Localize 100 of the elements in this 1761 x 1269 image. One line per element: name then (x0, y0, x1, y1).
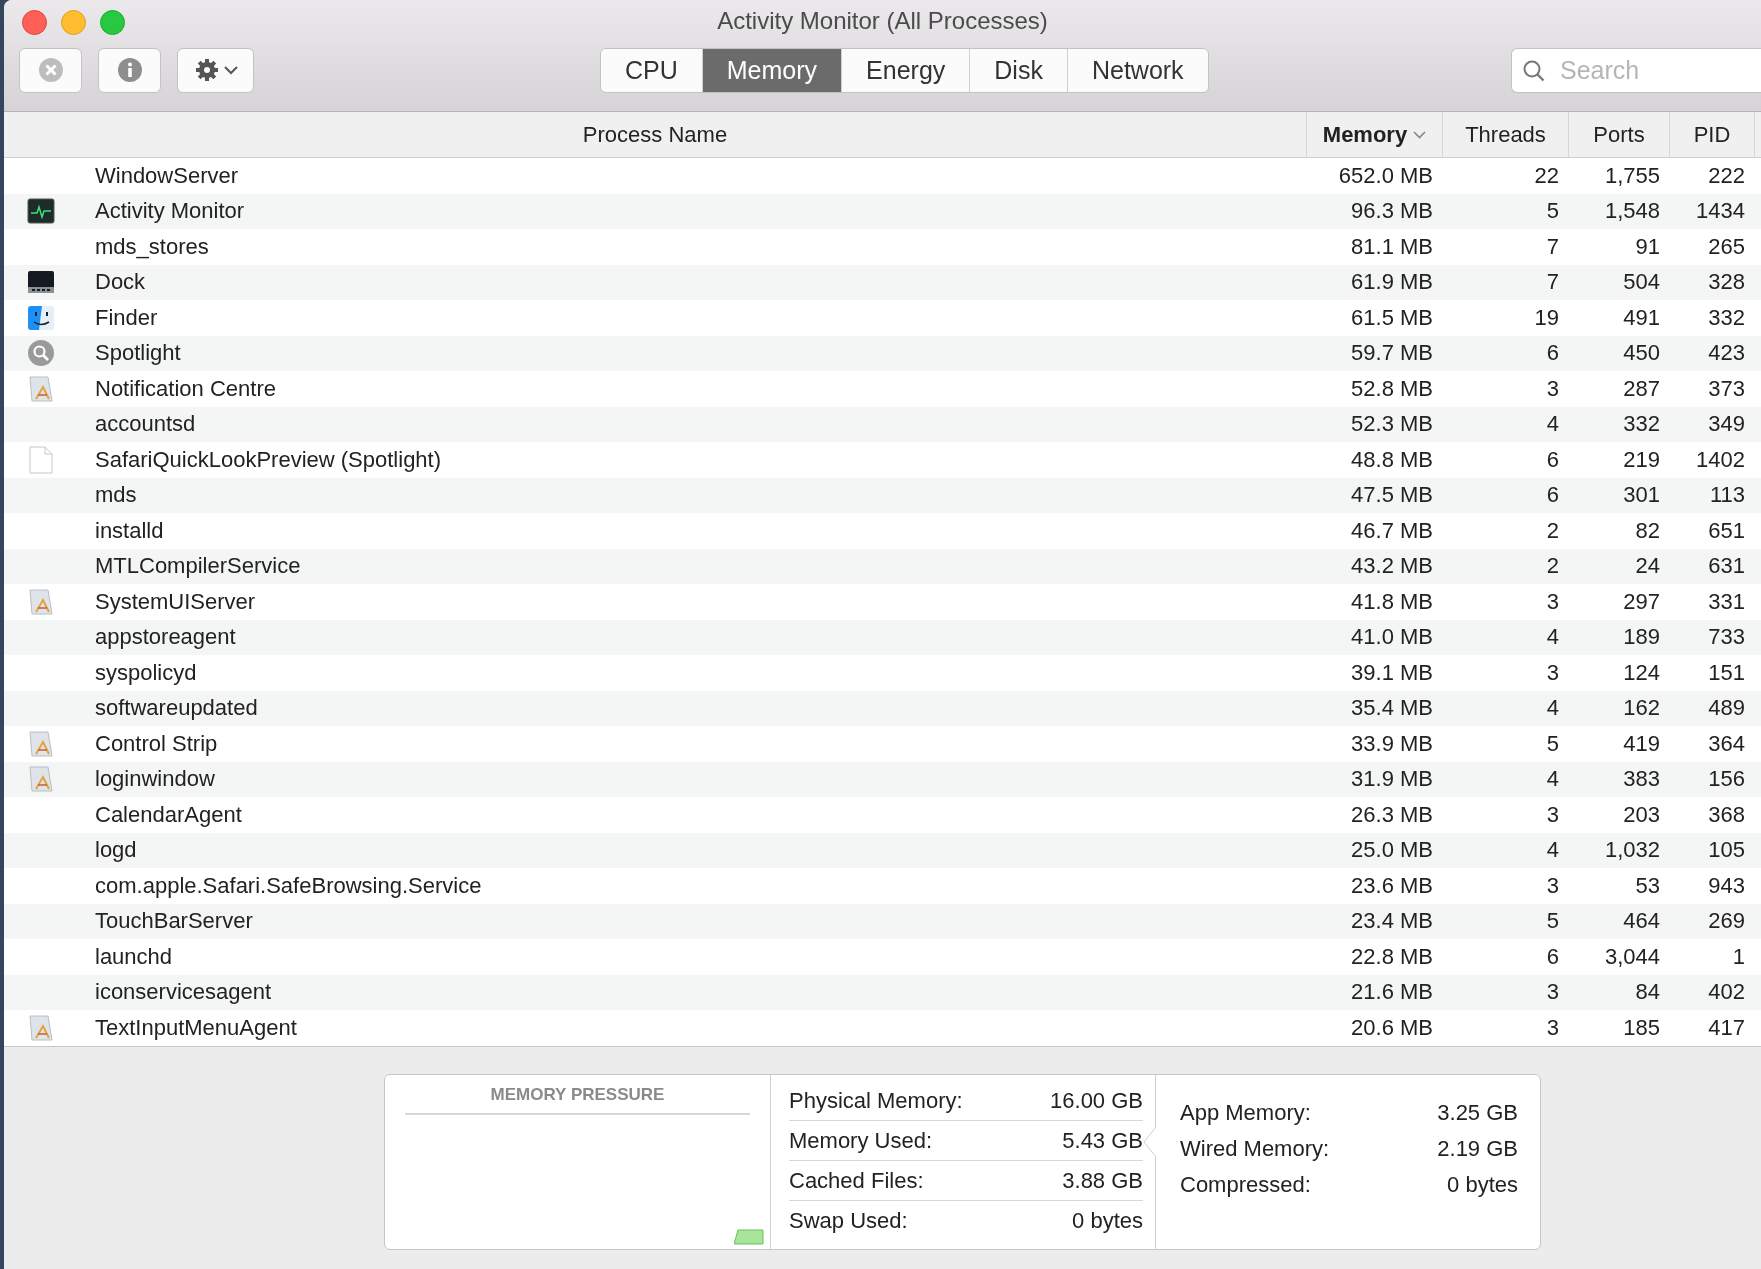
app-pencil-icon (26, 729, 55, 758)
process-name: loginwindow (95, 766, 215, 793)
table-cell: 489 (1708, 695, 1745, 722)
table-cell: 43.2 MB (1351, 553, 1433, 580)
monitor-graph-icon (26, 198, 55, 225)
column-label: PID (1693, 121, 1731, 148)
table-cell: 203 (1623, 801, 1660, 828)
table-cell: 1,755 (1604, 162, 1660, 189)
table-cell: 287 (1623, 375, 1660, 402)
table-cell: 96.3 MB (1351, 198, 1433, 225)
stat-label: Wired Memory: (1180, 1136, 1330, 1162)
stat-value: 0 bytes (1447, 1172, 1518, 1198)
table-cell: 332 (1623, 411, 1660, 438)
action-menu-button[interactable] (177, 47, 254, 93)
stat-value: 2.19 GB (1437, 1136, 1518, 1162)
caret-icon (223, 65, 238, 75)
process-name: SafariQuickLookPreview (Spotlight) (95, 446, 442, 473)
table-cell: 265 (1708, 233, 1745, 260)
process-name: softwareupdated (95, 695, 258, 722)
app-pencil-icon (26, 765, 55, 794)
process-name: syspolicyd (95, 659, 197, 686)
table-cell: 41.8 MB (1351, 588, 1433, 615)
tab[interactable]: Network (1067, 48, 1208, 92)
table-cell: 4 (1546, 837, 1559, 864)
table-cell: 349 (1708, 411, 1745, 438)
table-cell: 1402 (1696, 446, 1745, 473)
column-label: Ports (1593, 121, 1645, 148)
table-cell: 39.1 MB (1351, 659, 1433, 686)
table-cell: 364 (1708, 730, 1745, 757)
process-name: mds (95, 482, 137, 509)
dock-icon (26, 270, 55, 295)
table-cell: 301 (1623, 482, 1660, 509)
table-cell: 383 (1623, 766, 1660, 793)
column-header[interactable]: Process Name (4, 112, 1307, 157)
table-cell: 84 (1635, 979, 1660, 1006)
app-pencil-icon (26, 587, 55, 616)
close-button[interactable] (22, 9, 47, 35)
table-cell: 6 (1546, 943, 1559, 970)
table-cell: 3 (1546, 588, 1559, 615)
table-cell: 61.5 MB (1351, 304, 1433, 331)
table-cell: 2 (1546, 553, 1559, 580)
table-cell: 47.5 MB (1351, 482, 1433, 509)
column-header[interactable]: Threads (1443, 112, 1569, 157)
column-header[interactable]: Ports (1569, 112, 1670, 157)
zoom-button[interactable] (100, 9, 125, 35)
stop-process-button[interactable] (19, 47, 82, 93)
stat-label: Compressed: (1180, 1172, 1311, 1198)
info-button[interactable] (98, 47, 161, 93)
table-cell: 185 (1623, 1014, 1660, 1041)
stat-label: Physical Memory: (789, 1087, 963, 1114)
table-cell: 46.7 MB (1351, 517, 1433, 544)
process-name: Finder (95, 304, 158, 331)
column-header[interactable]: Memory (1307, 112, 1443, 157)
table-cell: 3,044 (1604, 943, 1660, 970)
column-header[interactable]: PID (1670, 112, 1755, 157)
tab[interactable]: Disk (970, 48, 1068, 92)
table-cell: 652.0 MB (1338, 162, 1433, 189)
process-name: Dock (95, 269, 146, 296)
column-label: Process Name (582, 121, 728, 148)
table-cell: 113 (1709, 482, 1745, 509)
table-cell: 4 (1546, 695, 1559, 722)
table-cell: 1434 (1696, 198, 1745, 225)
table-cell: 20.6 MB (1351, 1014, 1433, 1041)
minimize-button[interactable] (61, 9, 86, 35)
stat-label: App Memory: (1180, 1100, 1311, 1126)
stat-value: 0 bytes (1072, 1207, 1143, 1234)
sort-caret-icon (1413, 130, 1427, 139)
table-cell: 31.9 MB (1351, 766, 1433, 793)
table-cell: 419 (1623, 730, 1660, 757)
process-name: CalendarAgent (95, 801, 242, 828)
table-cell: 151 (1708, 659, 1745, 686)
table-cell: 23.4 MB (1351, 908, 1433, 935)
table-cell: 943 (1708, 872, 1745, 899)
process-name: accountsd (95, 411, 196, 438)
table-cell: 23.6 MB (1351, 872, 1433, 899)
stat-value: 5.43 GB (1062, 1127, 1143, 1154)
process-name: logd (95, 837, 137, 864)
process-name: com.apple.Safari.SafeBrowsing.Service (95, 872, 482, 899)
table-cell: 219 (1623, 446, 1660, 473)
tab[interactable]: CPU (601, 48, 703, 92)
table-cell: 402 (1708, 979, 1745, 1006)
process-name: Activity Monitor (95, 198, 245, 225)
table-cell: 1 (1732, 943, 1745, 970)
search-field[interactable]: Search (1511, 47, 1761, 93)
search-icon (1522, 58, 1546, 83)
tab[interactable]: Energy (842, 48, 971, 92)
tab[interactable]: Memory (702, 48, 843, 92)
table-cell: 61.9 MB (1351, 269, 1433, 296)
process-name: WindowServer (95, 162, 239, 189)
table-cell: 156 (1708, 766, 1745, 793)
stat-label: Cached Files: (789, 1167, 924, 1194)
table-cell: 368 (1708, 801, 1745, 828)
table-cell: 33.9 MB (1351, 730, 1433, 757)
process-name: mds_stores (95, 233, 209, 260)
table-cell: 464 (1623, 908, 1660, 935)
table-cell: 3 (1546, 659, 1559, 686)
smiling-face-icon (26, 304, 55, 331)
table-cell: 3 (1546, 1014, 1559, 1041)
magnifier-icon (26, 339, 55, 368)
table-cell: 162 (1623, 695, 1660, 722)
